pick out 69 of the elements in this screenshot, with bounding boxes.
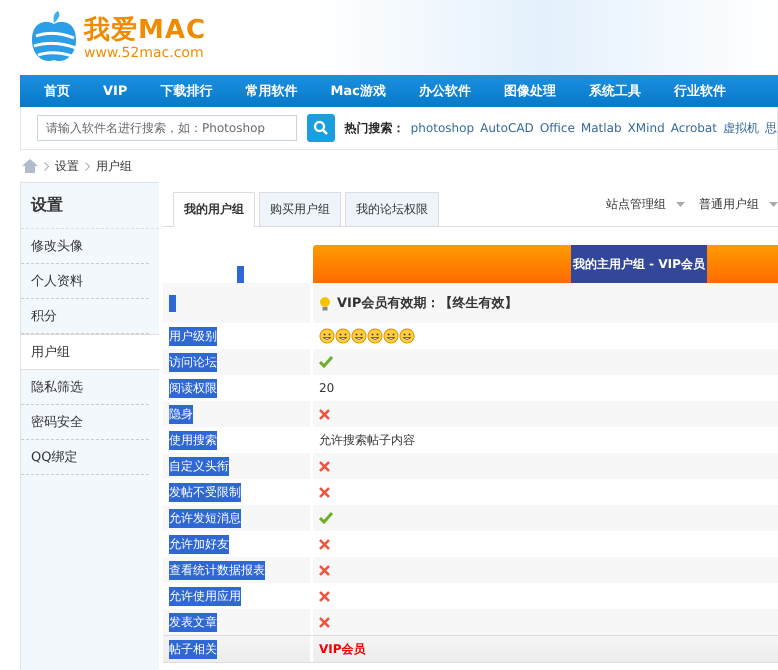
nav-link[interactable]: 图像处理 <box>504 82 556 100</box>
hot-search-label: 热门搜索： <box>344 120 405 136</box>
smiley-icon <box>335 328 351 344</box>
sidebar-item[interactable]: 密码安全 <box>21 405 149 440</box>
smiley-icon <box>351 328 367 344</box>
site-url: www.52mac.com <box>84 44 205 60</box>
sidebar-item[interactable]: 个人资料 <box>21 264 149 299</box>
smiley-icon <box>319 328 335 344</box>
permission-label: 发帖不受限制 <box>169 482 241 502</box>
permission-label: 隐身 <box>169 404 193 424</box>
permission-label: 访问论坛 <box>169 352 217 372</box>
smiley-icon <box>399 328 415 344</box>
search-button[interactable] <box>306 114 335 142</box>
permission-label: 允许发短消息 <box>169 508 241 528</box>
nav-link[interactable]: 行业软件 <box>674 82 726 100</box>
home-icon[interactable] <box>22 159 38 173</box>
permission-label: 帖子相关 <box>169 640 217 658</box>
permission-label: 自定义头衔 <box>169 456 229 476</box>
hot-search-link[interactable]: Matlab <box>580 121 622 135</box>
smiley-icon <box>383 328 399 344</box>
group-dropdown[interactable]: 普通用户组 <box>699 196 778 212</box>
chevron-icon <box>44 162 49 170</box>
search-field[interactable]: 请输入软件名进行搜索，如：Photoshop <box>37 115 297 141</box>
hot-search-link[interactable]: photoshop <box>410 121 474 135</box>
hot-search-link[interactable]: XMind <box>628 121 665 135</box>
site-logo-text: 我爱MAC <box>84 14 206 44</box>
lightbulb-icon <box>319 296 331 310</box>
permission-label: 用户级别 <box>169 326 217 346</box>
hot-search-link[interactable]: Office <box>540 121 575 135</box>
permission-label: 阅读权限 <box>169 378 217 398</box>
smiley-icon <box>367 328 383 344</box>
sidebar-item[interactable]: QQ绑定 <box>21 440 149 475</box>
caret-icon <box>676 202 685 206</box>
sidebar-item[interactable]: 隐私筛选 <box>21 370 149 405</box>
search-icon <box>312 120 329 136</box>
tab[interactable]: 购买用户组 <box>259 192 341 226</box>
caret-icon <box>769 202 778 206</box>
tab[interactable]: 我的论坛权限 <box>345 192 439 226</box>
chevron-icon <box>85 162 90 170</box>
hot-search-link[interactable]: 虚拟机 <box>723 120 759 136</box>
permission-value: 允许搜索帖子内容 <box>319 432 415 448</box>
permission-label: 允许使用应用 <box>169 586 241 606</box>
permission-label: 允许加好友 <box>169 534 229 554</box>
nav-link[interactable]: 首页 <box>44 82 70 100</box>
selection-mark <box>237 266 244 283</box>
breadcrumb-link[interactable]: 设置 <box>55 158 79 174</box>
sidebar-title: 设置 <box>21 183 159 229</box>
hot-search-link[interactable]: 思 <box>765 120 777 136</box>
permission-label: 发表文章 <box>169 612 217 632</box>
permission-label: 使用搜索 <box>169 430 217 450</box>
sidebar-item[interactable]: 修改头像 <box>21 229 149 264</box>
hot-search-link[interactable]: AutoCAD <box>480 121 534 135</box>
nav-link[interactable]: VIP <box>103 84 128 98</box>
group-name: VIP会员 <box>319 640 366 658</box>
sidebar-item[interactable]: 用户组 <box>21 334 159 370</box>
expiry-text: VIP会员有效期：【终生有效】 <box>337 295 518 312</box>
permission-label: 查看统计数据报表 <box>169 560 265 580</box>
nav-link[interactable]: 办公软件 <box>418 82 471 100</box>
breadcrumb-link[interactable]: 用户组 <box>96 158 132 174</box>
nav-link[interactable]: 常用软件 <box>245 82 298 100</box>
nav-link[interactable]: 系统工具 <box>588 82 641 100</box>
hot-search-link[interactable]: Acrobat <box>670 121 717 135</box>
group-dropdown[interactable]: 站点管理组 <box>606 196 685 212</box>
tab[interactable]: 我的用户组 <box>173 192 255 227</box>
permission-value: 20 <box>319 381 334 395</box>
nav-link[interactable]: 下载排行 <box>160 82 212 100</box>
nav-link[interactable]: Mac游戏 <box>330 82 386 100</box>
header-title: 我的主用户组 - VIP会员 <box>571 245 707 283</box>
selection-mark <box>169 294 176 312</box>
